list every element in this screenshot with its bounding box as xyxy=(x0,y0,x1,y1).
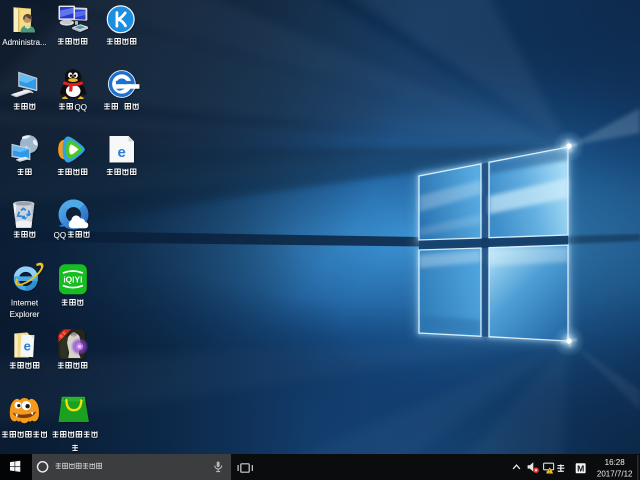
svg-text:QQ: QQ xyxy=(54,231,66,240)
svg-text:Administra...: Administra... xyxy=(2,38,46,47)
svg-text:e: e xyxy=(24,339,31,354)
svg-text:Internet: Internet xyxy=(11,299,39,308)
svg-text:iQIYI: iQIYI xyxy=(63,275,82,285)
svg-text:2017/7/12: 2017/7/12 xyxy=(597,469,633,478)
svg-text:QQ: QQ xyxy=(75,103,87,112)
svg-text:e: e xyxy=(118,144,126,161)
svg-text:16:28: 16:28 xyxy=(605,458,626,467)
svg-text:Explorer: Explorer xyxy=(10,310,40,319)
svg-text:M: M xyxy=(577,463,584,473)
